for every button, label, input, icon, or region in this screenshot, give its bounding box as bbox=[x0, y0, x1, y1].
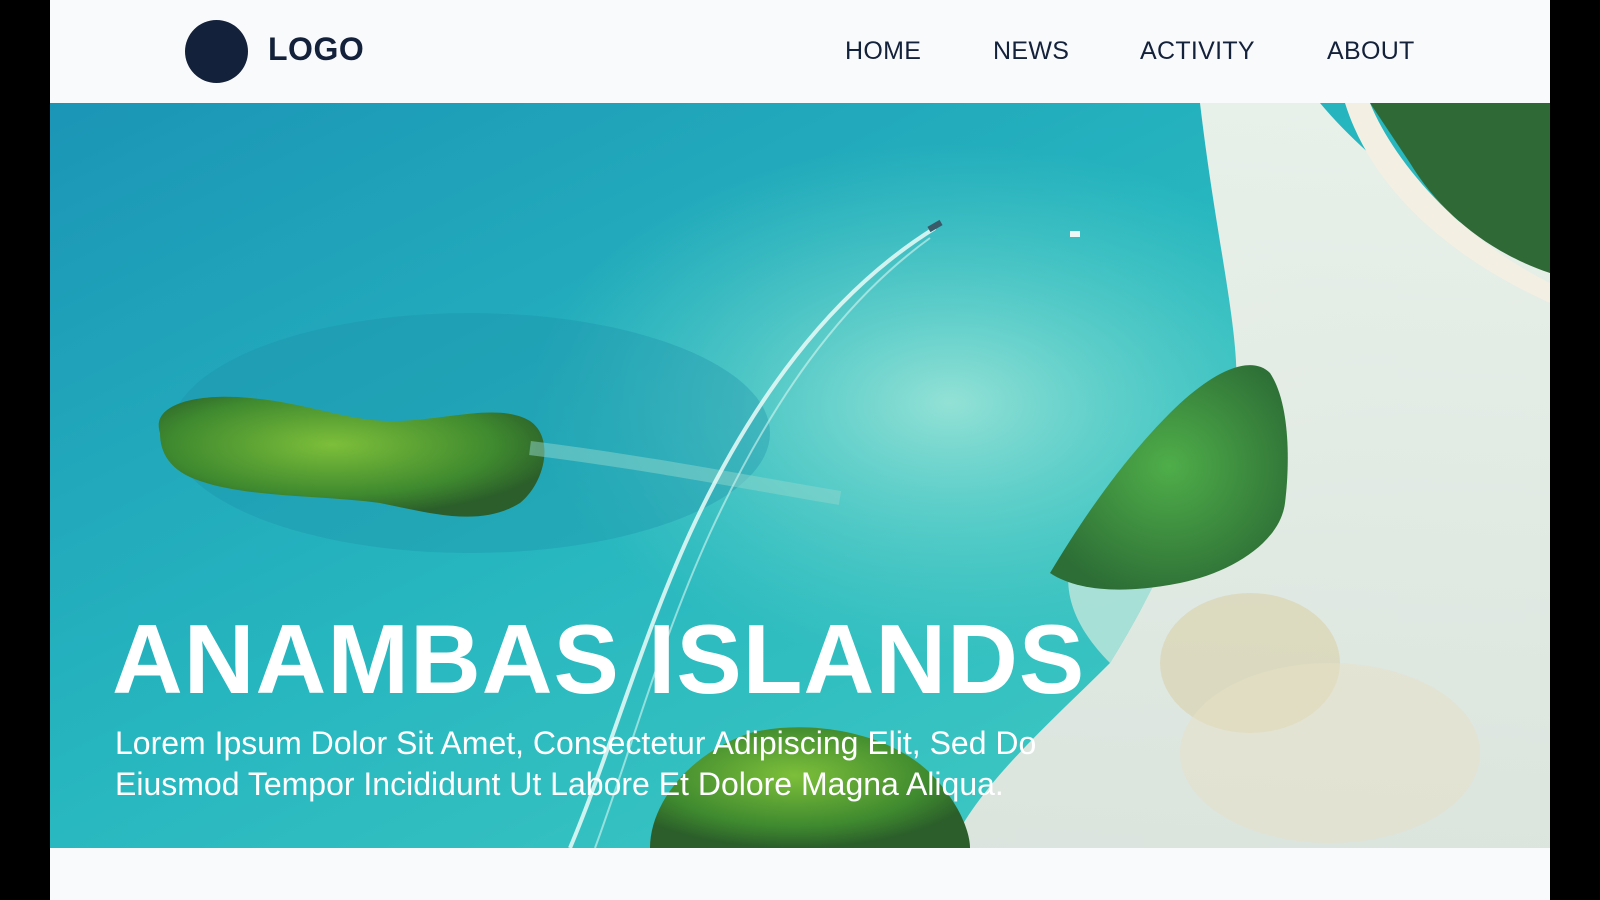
site-header: LOGO HOME NEWS ACTIVITY ABOUT bbox=[50, 0, 1550, 103]
hero-subtitle: Lorem Ipsum Dolor Sit Amet, Consectetur … bbox=[115, 725, 1037, 802]
hero-banner: ANAMBAS ISLANDS Lorem Ipsum Dolor Sit Am… bbox=[50, 103, 1550, 848]
logo-icon[interactable] bbox=[185, 20, 248, 83]
hero-title: ANAMBAS ISLANDS bbox=[112, 604, 1086, 714]
nav-home-link[interactable]: HOME bbox=[845, 37, 921, 66]
nav-about-link[interactable]: ABOUT bbox=[1327, 37, 1415, 66]
nav-news-link[interactable]: NEWS bbox=[993, 37, 1069, 66]
page: LOGO HOME NEWS ACTIVITY ABOUT ANAMBAS IS… bbox=[50, 0, 1550, 900]
nav-activity-link[interactable]: ACTIVITY bbox=[1140, 37, 1255, 66]
logo-text[interactable]: LOGO bbox=[268, 31, 364, 68]
